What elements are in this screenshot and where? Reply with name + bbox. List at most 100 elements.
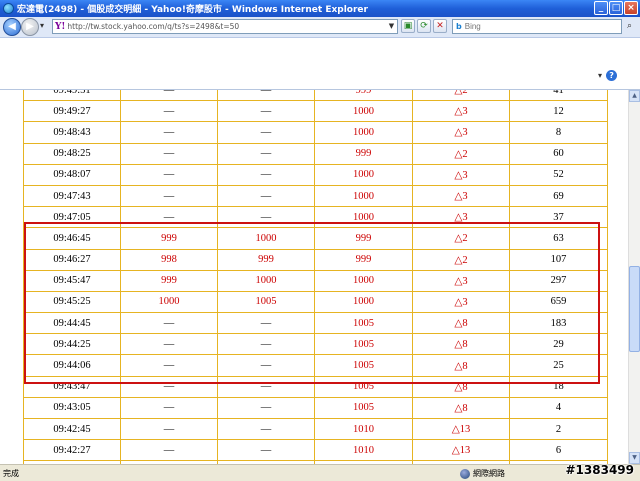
bid-cell: —: [120, 354, 218, 377]
time-cell: 09:43:05: [23, 396, 121, 420]
bid-cell: —: [120, 333, 218, 356]
recent-pages-dropdown[interactable]: ▾: [40, 21, 44, 30]
minimize-button[interactable]: _: [594, 1, 608, 15]
volume-cell: 63: [509, 227, 608, 250]
toolbar-blank-area: [0, 38, 640, 90]
change-cell: △3: [412, 121, 510, 144]
scroll-thumb[interactable]: [629, 266, 640, 352]
price-cell: 1005: [314, 375, 413, 398]
price-cell: 1005: [314, 354, 413, 377]
change-cell: △3: [412, 163, 510, 186]
maximize-button[interactable]: □: [609, 1, 623, 15]
ask-cell: 1005: [217, 290, 315, 314]
ask-cell: —: [217, 396, 315, 420]
bid-cell: 1000: [120, 290, 218, 314]
price-cell: 1000: [314, 163, 413, 186]
bid-cell: —: [120, 396, 218, 420]
command-dropdown-icon[interactable]: ▾: [598, 71, 602, 80]
search-box[interactable]: b: [452, 19, 622, 34]
volume-cell: 60: [509, 142, 608, 165]
change-cell: △8: [412, 375, 510, 398]
table-row: 09:48:07— —1000 △3 52: [23, 163, 608, 186]
change-cell: △8: [412, 354, 510, 377]
ask-cell: 999: [217, 248, 315, 271]
time-cell: 09:44:45: [23, 312, 121, 335]
change-cell: △2: [412, 142, 510, 165]
time-cell: 09:48:43: [23, 121, 121, 144]
search-input[interactable]: [464, 22, 595, 31]
volume-cell: 29: [509, 333, 608, 356]
vertical-scrollbar[interactable]: ▲ ▼: [628, 90, 640, 464]
bid-cell: —: [120, 206, 218, 229]
ask-cell: —: [217, 354, 315, 377]
time-cell: 09:48:07: [23, 163, 121, 186]
table-row: 09:45:25 1000 1005 1000 △3 659: [23, 290, 608, 314]
bid-cell: —: [120, 163, 218, 186]
volume-cell: 297: [509, 269, 608, 292]
change-cell: △2: [412, 248, 510, 271]
table-row: 09:48:25— —999 △2 60: [23, 142, 608, 165]
ask-cell: —: [217, 163, 315, 186]
address-url[interactable]: http://tw.stock.yahoo.com/q/ts?s=2498&t=…: [67, 22, 239, 31]
price-cell: 1000: [314, 100, 413, 123]
table-row: 09:44:25— —1005 △8 29: [23, 333, 608, 356]
ask-cell: —: [217, 312, 315, 335]
bing-icon: b: [456, 22, 462, 31]
price-cell: 999: [314, 142, 413, 165]
time-cell: 09:49:27: [23, 100, 121, 123]
table-row: 09:42:27— —1010 △13 6: [23, 439, 608, 462]
table-row: 09:47:05— —1000 △3 37: [23, 206, 608, 229]
volume-cell: 18: [509, 375, 608, 398]
change-cell: △3: [412, 184, 510, 208]
table-row: 09:43:05— —1005 △8 4: [23, 396, 608, 420]
compatibility-view-icon[interactable]: ▣: [401, 19, 415, 33]
time-cell: 09:46:27: [23, 248, 121, 271]
table-row: 09:48:43— —1000 △3 8: [23, 121, 608, 144]
price-cell: 1000: [314, 121, 413, 144]
price-cell: 999: [314, 227, 413, 250]
search-icon[interactable]: ⌕: [622, 19, 637, 34]
volume-cell: 25: [509, 354, 608, 377]
change-cell: △8: [412, 333, 510, 356]
change-cell: △13: [412, 439, 510, 462]
forward-button[interactable]: ▶: [21, 18, 39, 36]
ask-cell: —: [217, 90, 315, 102]
ask-cell: —: [217, 184, 315, 208]
stop-icon[interactable]: ✕: [433, 19, 447, 33]
volume-cell: 4: [509, 396, 608, 420]
bid-cell: 999: [120, 269, 218, 292]
price-cell: 999: [314, 248, 413, 271]
table-row: 09:47:43— —1000 △3 69: [23, 184, 608, 208]
volume-cell: 12: [509, 100, 608, 123]
change-cell: △8: [412, 312, 510, 335]
price-cell: 1010: [314, 439, 413, 462]
yahoo-favicon-icon: Y!: [55, 21, 66, 32]
time-cell: 09:44:25: [23, 333, 121, 356]
change-cell: △3: [412, 290, 510, 314]
close-button[interactable]: ×: [624, 1, 638, 15]
price-cell: 1010: [314, 417, 413, 441]
window-title: 宏達電(2498) - 個股成交明細 - Yahoo!奇摩股市 - Window…: [17, 5, 368, 15]
ask-cell: —: [217, 121, 315, 144]
refresh-icon[interactable]: ⟳: [417, 19, 431, 33]
scroll-up-icon[interactable]: ▲: [629, 90, 640, 102]
bid-cell: —: [120, 439, 218, 462]
watermark: #1383499: [565, 463, 634, 477]
change-cell: △3: [412, 269, 510, 292]
time-cell: 09:45:25: [23, 290, 121, 314]
address-bar[interactable]: Y! http://tw.stock.yahoo.com/q/ts?s=2498…: [52, 19, 398, 34]
address-dropdown-icon[interactable]: ▼: [387, 21, 396, 32]
price-cell: 1005: [314, 312, 413, 335]
table-row: 09:45:47 999 1000 1000 △3 297: [23, 269, 608, 292]
change-cell: △3: [412, 100, 510, 123]
volume-cell: 52: [509, 163, 608, 186]
time-cell: 09:42:27: [23, 439, 121, 462]
price-cell: 1000: [314, 269, 413, 292]
help-icon[interactable]: ?: [606, 70, 618, 81]
change-cell: △8: [412, 396, 510, 420]
bid-cell: —: [120, 375, 218, 398]
back-button[interactable]: ◀: [3, 18, 21, 36]
time-cell: 09:47:43: [23, 184, 121, 208]
table-row: 09:46:45 999 1000 999 △2 63: [23, 227, 608, 250]
bid-cell: —: [120, 90, 218, 102]
